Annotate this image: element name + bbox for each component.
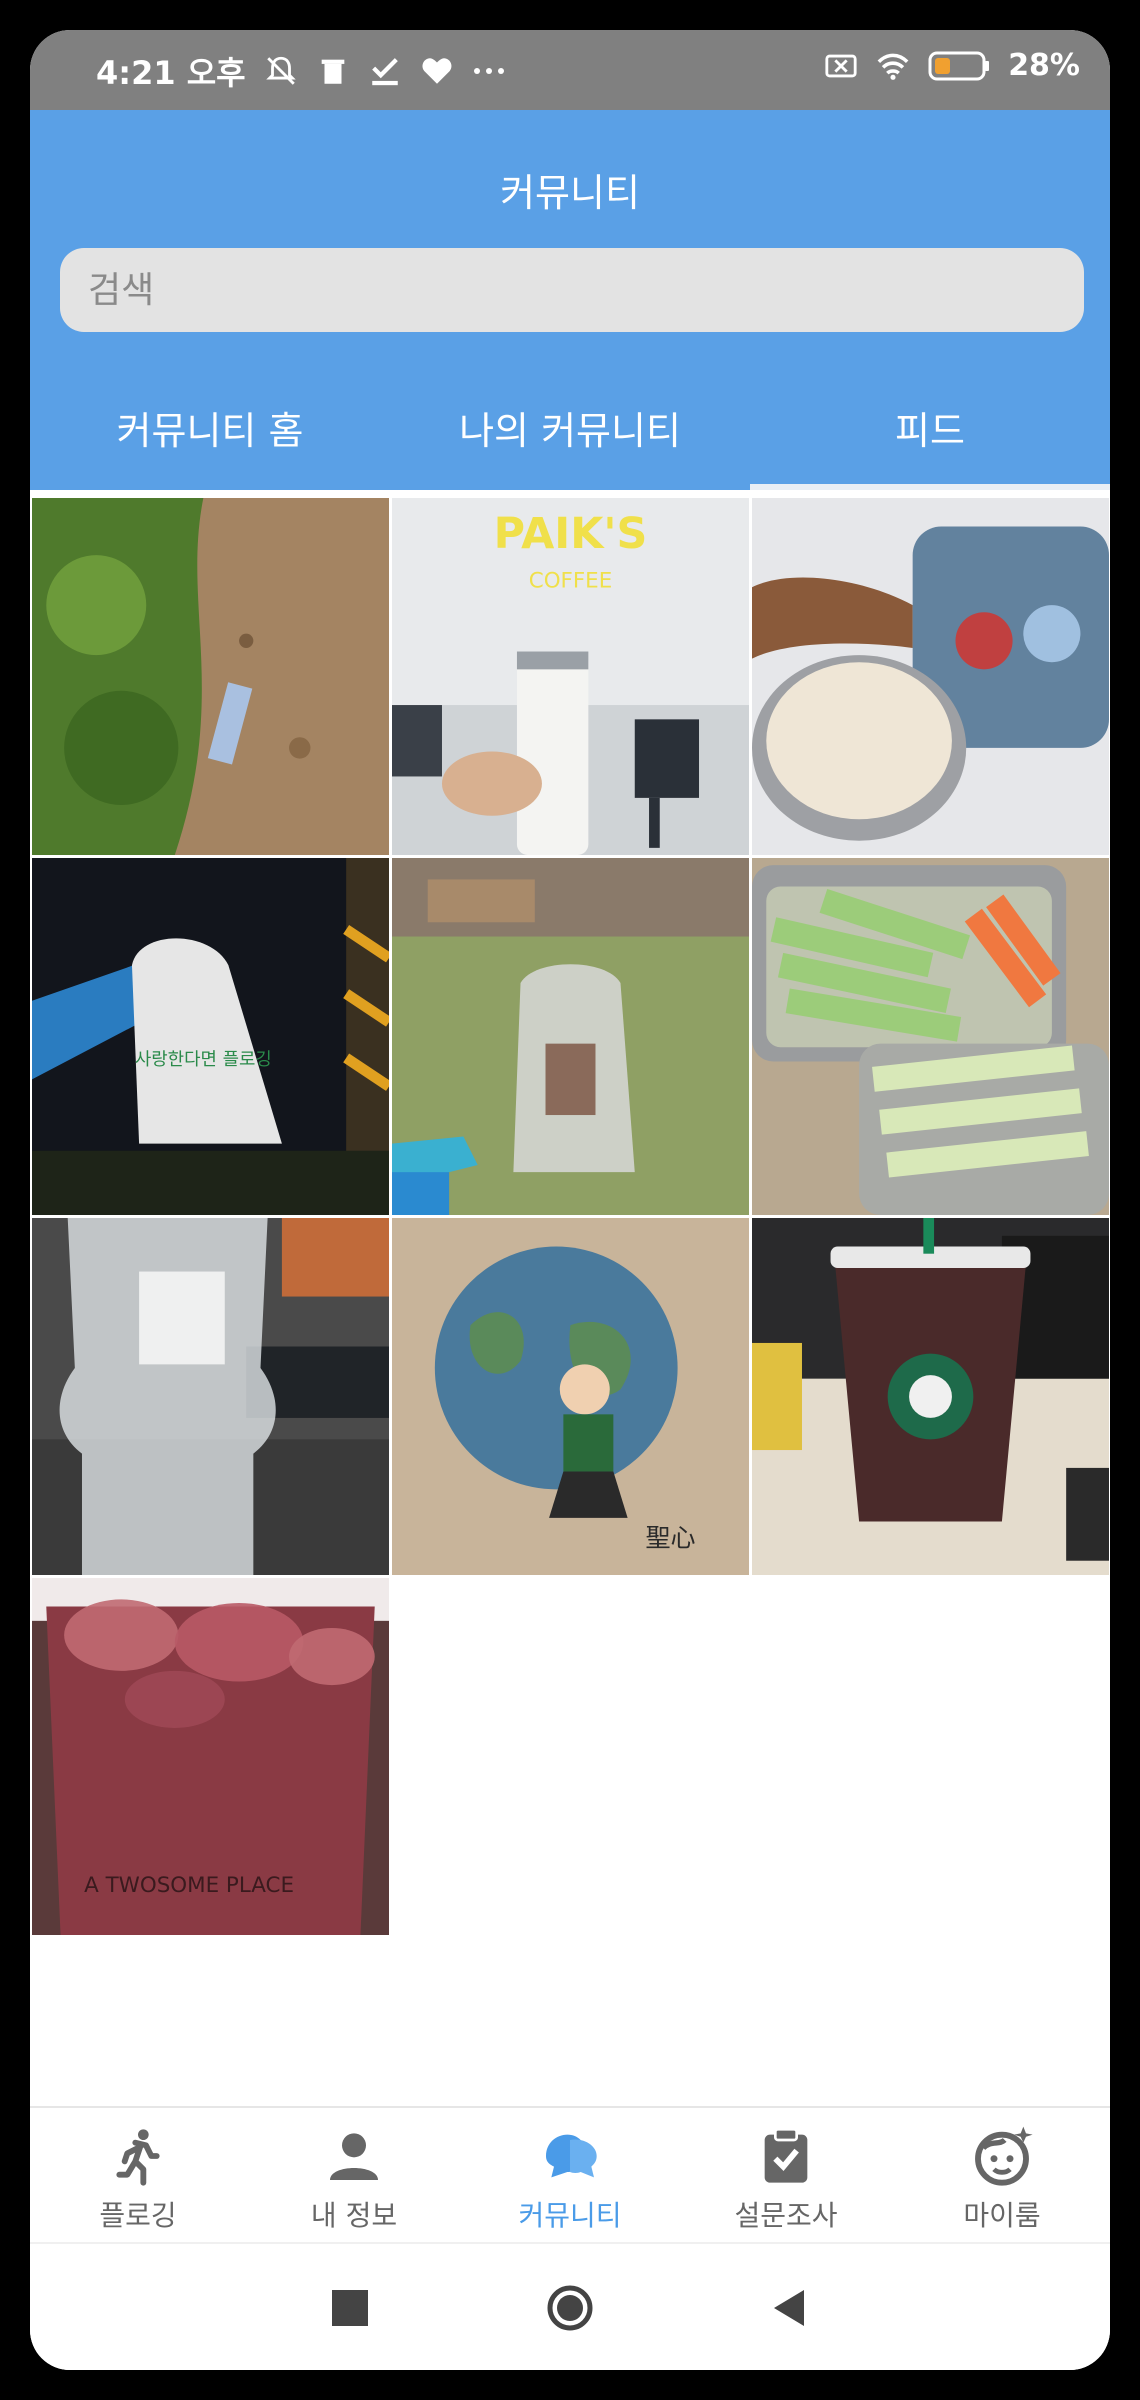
svg-text:PAIK'S: PAIK'S	[494, 509, 648, 559]
trash-icon	[321, 59, 344, 84]
face-icon	[975, 2126, 1033, 2186]
running-icon	[116, 2129, 160, 2186]
grass-and-dirt-photo[interactable]	[32, 498, 389, 855]
plastic-bag-on-grass-photo[interactable]	[392, 858, 749, 1215]
nav-label-survey: 설문조사	[734, 2199, 838, 2232]
page-title: 커뮤니티	[500, 171, 640, 215]
nav-my-room[interactable]: 마이룸	[894, 2108, 1110, 2240]
svg-text:사랑한다면 플로깅: 사랑한다면 플로깅	[135, 1049, 272, 1070]
heart-icon	[422, 58, 452, 84]
battery-icon	[928, 51, 990, 80]
tab-community-home[interactable]: 커뮤니티 홈	[30, 390, 390, 490]
paiks-coffee-tumbler-photo[interactable]: PAIK'S COFFEE	[392, 498, 749, 855]
bottom-navigation: 플로깅 내 정보 커뮤니티 설문조사 마이룸	[30, 2106, 1110, 2240]
plogging-bag-night-photo[interactable]: 사랑한다면 플로깅	[32, 858, 389, 1215]
svg-text:A TWOSOME PLACE: A TWOSOME PLACE	[84, 1873, 294, 1898]
clipboard-check-icon	[764, 2128, 808, 2183]
phone-screen: 4:21 오후 28% 커뮤니티 검색 커뮤니티 홈 나의 커뮤니티 피드 PA…	[30, 30, 1110, 2370]
nav-label-my-room: 마이룸	[963, 2199, 1041, 2232]
svg-text:聖心: 聖心	[645, 1523, 695, 1552]
starbucks-cup-photo[interactable]	[752, 1218, 1109, 1575]
nav-label-my-info: 내 정보	[310, 2199, 398, 2232]
wifi-icon	[877, 53, 909, 80]
recent-apps-button[interactable]	[326, 2284, 374, 2332]
nav-label-community: 커뮤니티	[518, 2199, 622, 2232]
nav-survey[interactable]: 설문조사	[678, 2108, 894, 2240]
battery-percent: 28%	[1008, 48, 1080, 83]
search-input[interactable]	[60, 248, 1084, 332]
iced-drink-photo[interactable]: A TWOSOME PLACE	[32, 1578, 389, 1935]
nav-community[interactable]: 커뮤니티	[462, 2108, 678, 2240]
tab-my-community[interactable]: 나의 커뮤니티	[390, 390, 750, 490]
check-icon	[371, 58, 398, 86]
nav-label-plogging: 플로깅	[99, 2199, 177, 2232]
tab-bar: 커뮤니티 홈 나의 커뮤니티 피드	[30, 390, 1110, 490]
home-button[interactable]	[546, 2284, 594, 2332]
nav-plogging[interactable]: 플로깅	[30, 2108, 246, 2240]
back-button[interactable]	[766, 2284, 814, 2332]
cucumber-carrot-lunchbox-photo[interactable]	[752, 858, 1109, 1215]
status-time: 4:21 오후	[96, 54, 246, 92]
cream-container-photo[interactable]	[752, 498, 1109, 855]
svg-text:COFFEE: COFFEE	[529, 568, 612, 593]
status-bar: 4:21 오후 28%	[30, 30, 1110, 110]
mute-icon	[265, 56, 296, 85]
tab-feed[interactable]: 피드	[750, 390, 1110, 490]
paper-bag-earth-photo[interactable]: 聖心	[392, 1218, 749, 1575]
no-sim-icon	[825, 54, 857, 77]
system-navigation-bar	[30, 2242, 1110, 2370]
chat-bubbles-icon	[546, 2134, 597, 2178]
app-header: 커뮤니티 커뮤니티 홈 나의 커뮤니티 피드	[30, 110, 1110, 490]
nav-my-info[interactable]: 내 정보	[246, 2108, 462, 2240]
plastic-bottle-photo[interactable]	[32, 1218, 389, 1575]
more-icon	[473, 68, 504, 74]
person-icon	[330, 2133, 378, 2180]
